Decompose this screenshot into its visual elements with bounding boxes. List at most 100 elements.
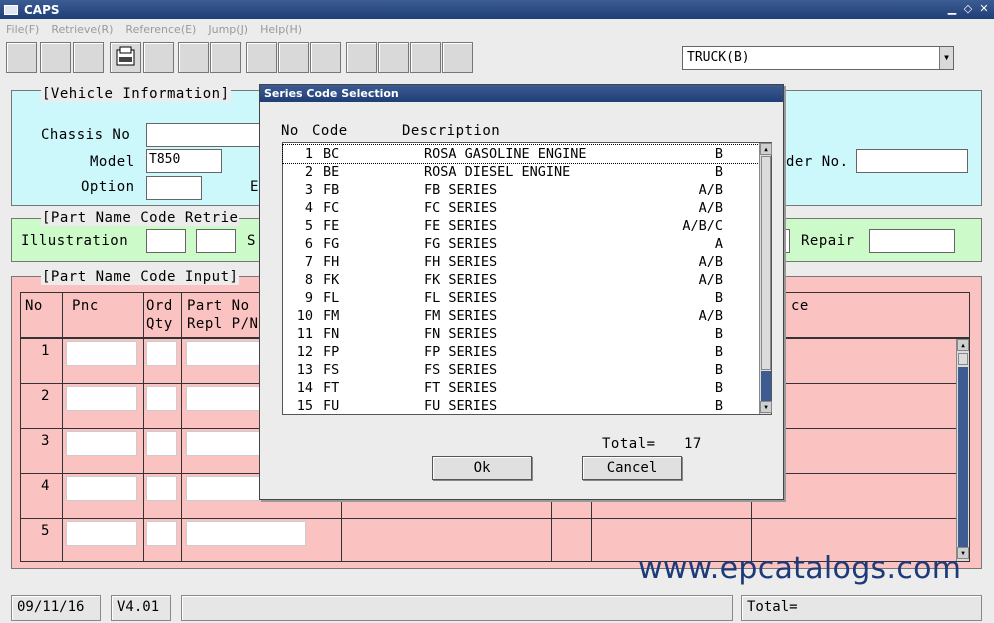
series-list-item[interactable]: 15 FU FU SERIES B [283,397,759,415]
series-no: 8 [304,272,313,288]
series-code: FM [323,308,340,324]
pnc-input[interactable] [66,386,137,411]
series-list-item[interactable]: 8 FK FK SERIES A/B [283,271,759,289]
pnc-input[interactable] [66,476,137,501]
series-list-item[interactable]: 5 FE FE SERIES A/B/C [283,217,759,235]
qty-input[interactable] [146,386,177,411]
toolbar-button-11[interactable] [346,42,377,73]
illustration-input-2[interactable] [196,229,236,253]
series-type: B [714,398,723,414]
toolbar-button-6[interactable] [178,42,209,73]
menu-jump[interactable]: Jump(J) [208,23,248,36]
scroll-grip[interactable] [761,156,771,370]
scroll-grip[interactable] [958,353,968,365]
scroll-up-icon[interactable]: ▲ [760,143,772,155]
qty-input[interactable] [146,476,177,501]
series-list-item[interactable]: 7 FH FH SERIES A/B [283,253,759,271]
series-code: FT [323,380,340,396]
toolbar-button-5[interactable] [143,42,174,73]
series-desc: FH SERIES [424,254,498,270]
series-list-item[interactable]: 6 FG FG SERIES A [283,235,759,253]
parts-table-scrollbar[interactable]: ▲ ▼ [956,339,969,561]
toolbar-button-7[interactable] [210,42,241,73]
series-desc: FN SERIES [424,326,498,342]
menu-help[interactable]: Help(H) [260,23,302,36]
close-icon[interactable]: ✕ [976,2,992,15]
print-button[interactable] [110,42,141,73]
repair-input[interactable] [869,229,955,253]
scroll-down-icon[interactable]: ▼ [760,401,772,413]
series-type: B [714,164,723,180]
option-input[interactable] [146,176,202,200]
list-scrollbar[interactable]: ▲ ▼ [759,143,772,414]
toolbar-button-12[interactable] [378,42,409,73]
series-list-item[interactable]: 11 FN FN SERIES B [283,325,759,343]
toolbar-button-14[interactable] [442,42,473,73]
series-code: FH [323,254,340,270]
vehicle-type-select[interactable]: TRUCK(B) ▼ [682,46,954,70]
toolbar-button-8[interactable] [246,42,277,73]
series-desc: FU SERIES [424,398,498,414]
series-code-list[interactable]: 1 BC ROSA GASOLINE ENGINE B 2 BE ROSA DIESEL E… [282,142,772,415]
series-no: 9 [304,290,313,306]
cancel-button[interactable]: Cancel [582,456,682,480]
scroll-track-fill [761,371,771,401]
series-desc: FK SERIES [424,272,498,288]
chevron-down-icon[interactable]: ▼ [939,47,953,69]
series-list-item[interactable]: 3 FB FB SERIES A/B [283,181,759,199]
pnc-input[interactable] [66,341,137,366]
dialog-title: Series Code Selection [260,85,783,102]
series-list-item[interactable]: 12 FP FP SERIES B [283,343,759,361]
toolbar-button-2[interactable] [40,42,71,73]
series-desc: FL SERIES [424,290,498,306]
ok-button[interactable]: Ok [432,456,532,480]
series-type: B [714,380,723,396]
model-input[interactable]: T850 [146,149,222,173]
series-list-item[interactable]: 9 FL FL SERIES B [283,289,759,307]
series-no: 10 [296,308,313,324]
menu-file[interactable]: File(F) [6,23,39,36]
series-type: B [714,146,723,162]
qty-input[interactable] [146,521,177,546]
series-list-item[interactable]: 13 FS FS SERIES B [283,361,759,379]
pnc-input[interactable] [66,521,137,546]
part-retrieval-legend: [Part Name Code Retrie [41,210,240,226]
toolbar-button-10[interactable] [310,42,341,73]
menu-reference[interactable]: Reference(E) [125,23,196,36]
menu-bar: File(F) Retrieve(R) Reference(E) Jump(J)… [0,19,994,39]
series-code: BC [323,146,340,162]
restore-icon[interactable]: ◇ [960,2,976,15]
series-list-item[interactable]: 10 FM FM SERIES A/B [283,307,759,325]
toolbar-button-3[interactable] [73,42,104,73]
series-type: B [714,326,723,342]
status-date: 09/11/16 [11,595,101,621]
watermark-text: www.epcatalogs.com [638,551,962,586]
toolbar-button-13[interactable] [410,42,441,73]
part-input-legend: [Part Name Code Input] [41,269,240,285]
series-list-item[interactable]: 1 BC ROSA GASOLINE ENGINE B [282,144,760,164]
chassis-input[interactable] [146,123,260,147]
order-no-input[interactable] [856,149,968,173]
menu-retrieve[interactable]: Retrieve(R) [51,23,113,36]
series-code: FU [323,398,340,414]
col-divider [143,293,144,561]
toolbar-button-1[interactable] [6,42,37,73]
series-type: A/B [698,308,723,324]
illustration-input-1[interactable] [146,229,186,253]
series-list-item[interactable]: 2 BE ROSA DIESEL ENGINE B [283,163,759,181]
series-code-dialog: Series Code Selection No Code Descriptio… [259,84,784,500]
series-type: A/B [698,272,723,288]
scroll-up-icon[interactable]: ▲ [957,339,969,351]
series-list-item[interactable]: 14 FT FT SERIES B [283,379,759,397]
series-list-item[interactable]: 4 FC FC SERIES A/B [283,199,759,217]
qty-input[interactable] [146,341,177,366]
part-no-input[interactable] [186,521,306,546]
option-trailing-label: E [250,179,259,195]
toolbar-button-9[interactable] [278,42,309,73]
pnc-input[interactable] [66,431,137,456]
vehicle-info-legend: [Vehicle Information] [41,86,231,102]
qty-input[interactable] [146,431,177,456]
series-no: 15 [296,398,313,414]
order-no-label: der No. [786,154,849,170]
minimize-icon[interactable]: ▁ [944,2,960,15]
